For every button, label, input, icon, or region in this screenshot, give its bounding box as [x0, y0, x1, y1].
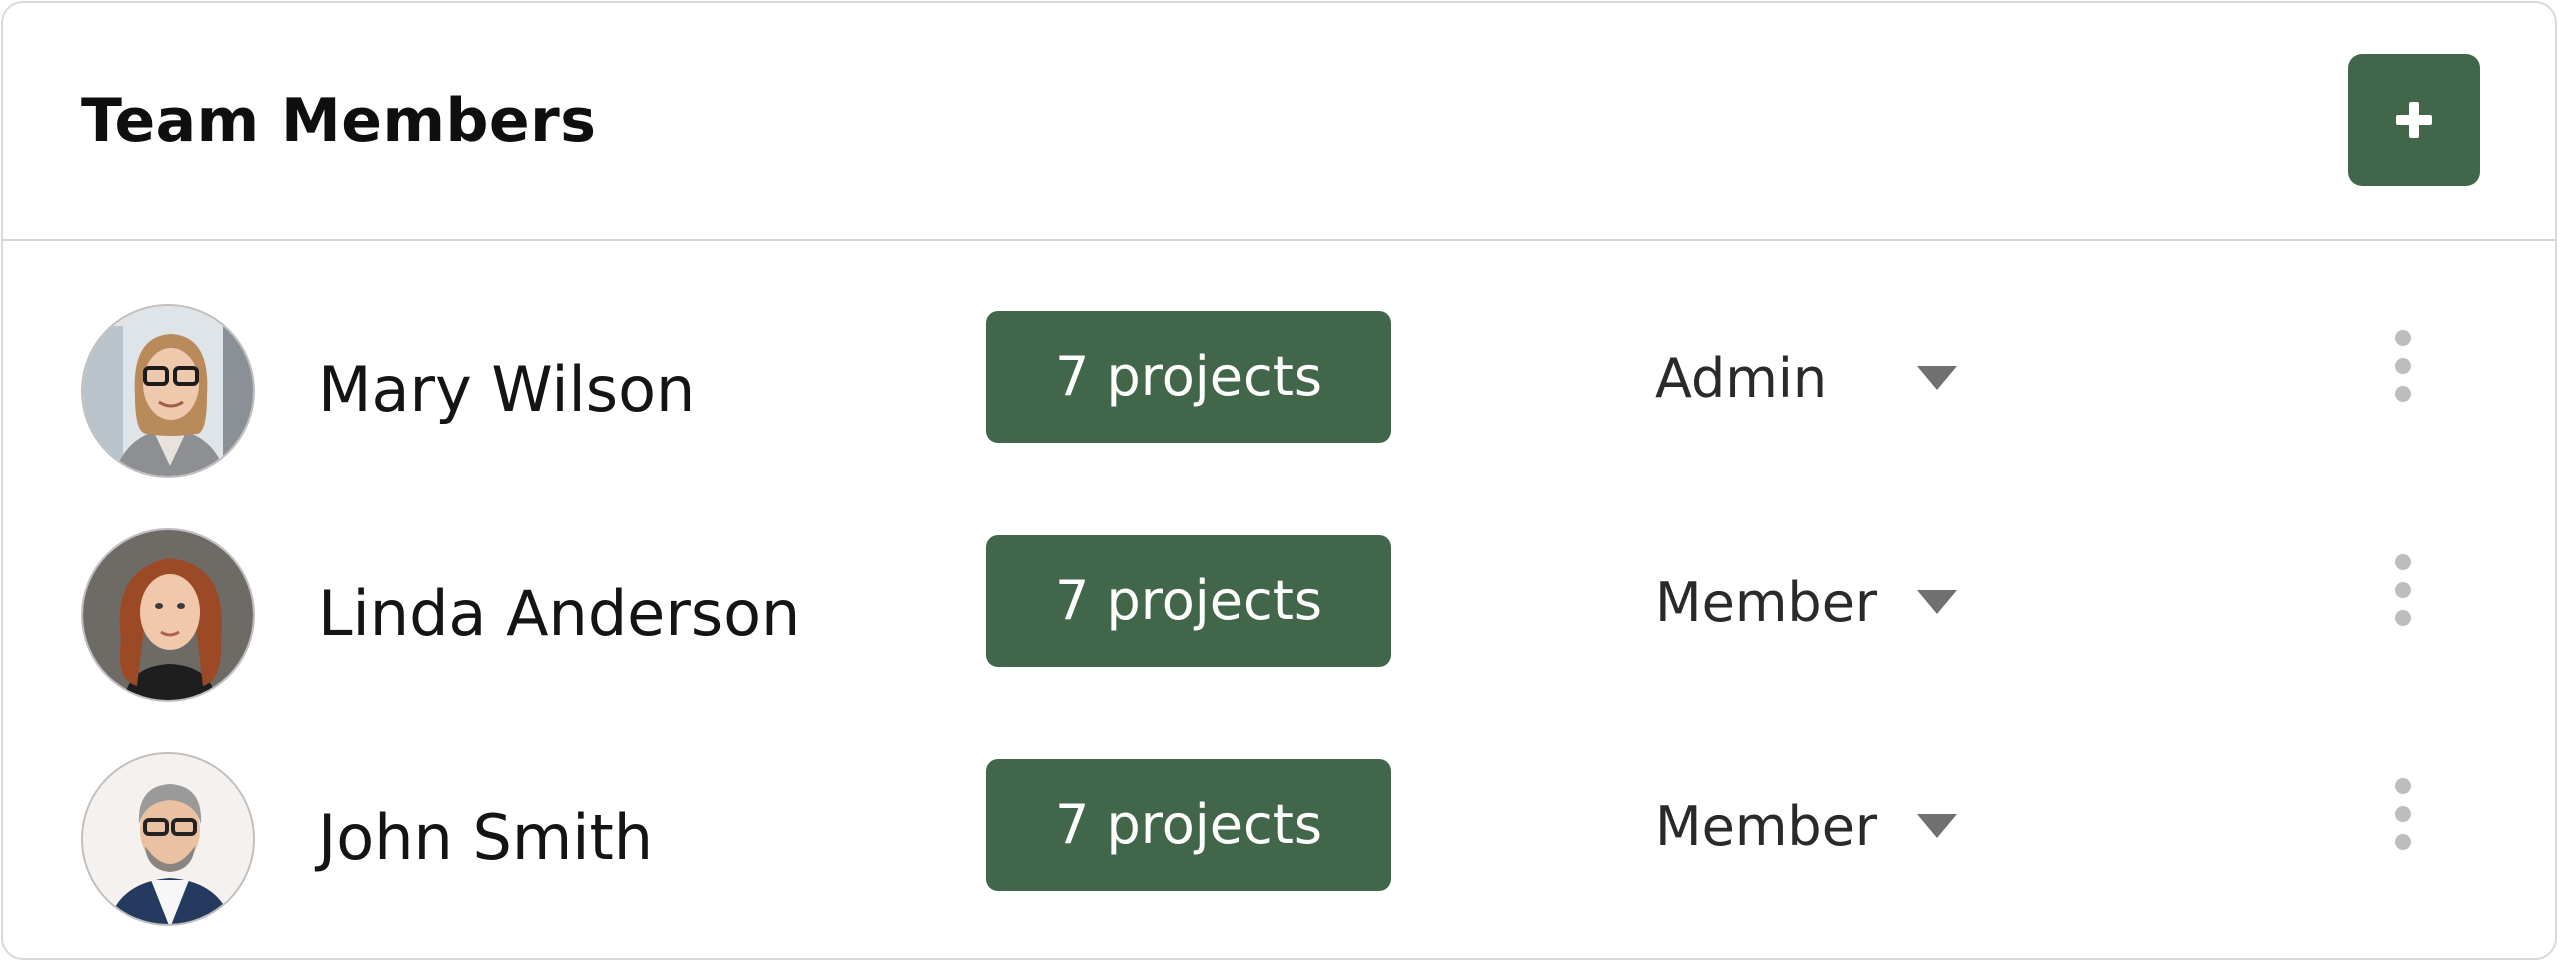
dot	[2395, 610, 2411, 626]
projects-badge[interactable]: 7 projects	[986, 535, 1391, 667]
add-member-button[interactable]	[2348, 54, 2480, 186]
role-select[interactable]: Member	[1655, 782, 1975, 872]
member-name: Mary Wilson	[318, 353, 696, 426]
role-value: Member	[1655, 795, 1878, 858]
projects-badge[interactable]: 7 projects	[986, 311, 1391, 443]
member-row: Linda Anderson 7 projects Member	[3, 518, 2555, 718]
dot	[2395, 386, 2411, 402]
dot	[2395, 358, 2411, 374]
dot	[2395, 330, 2411, 346]
plus-icon	[2396, 102, 2432, 138]
dot	[2395, 582, 2411, 598]
avatar-linda-anderson	[81, 528, 255, 702]
role-value: Admin	[1655, 347, 1828, 410]
chevron-down-icon	[1917, 814, 1957, 838]
projects-badge[interactable]: 7 projects	[986, 759, 1391, 891]
chevron-down-icon	[1917, 590, 1957, 614]
avatar-john-smith	[81, 752, 255, 926]
dot	[2395, 806, 2411, 822]
team-members-card: Team Members Mary Wilson 7 projects Admi…	[1, 1, 2557, 960]
page-title: Team Members	[81, 86, 597, 156]
avatar-mary-wilson	[81, 304, 255, 478]
member-name: Linda Anderson	[318, 577, 801, 650]
row-menu-button[interactable]	[2383, 546, 2423, 646]
dot	[2395, 778, 2411, 794]
role-select[interactable]: Member	[1655, 558, 1975, 648]
row-menu-button[interactable]	[2383, 770, 2423, 870]
member-name: John Smith	[318, 801, 654, 874]
member-row: John Smith 7 projects Member	[3, 742, 2555, 942]
card-header: Team Members	[3, 3, 2555, 241]
role-select[interactable]: Admin	[1655, 334, 1975, 424]
role-value: Member	[1655, 571, 1878, 634]
member-row: Mary Wilson 7 projects Admin	[3, 294, 2555, 494]
dot	[2395, 834, 2411, 850]
row-menu-button[interactable]	[2383, 322, 2423, 422]
chevron-down-icon	[1917, 366, 1957, 390]
dot	[2395, 554, 2411, 570]
